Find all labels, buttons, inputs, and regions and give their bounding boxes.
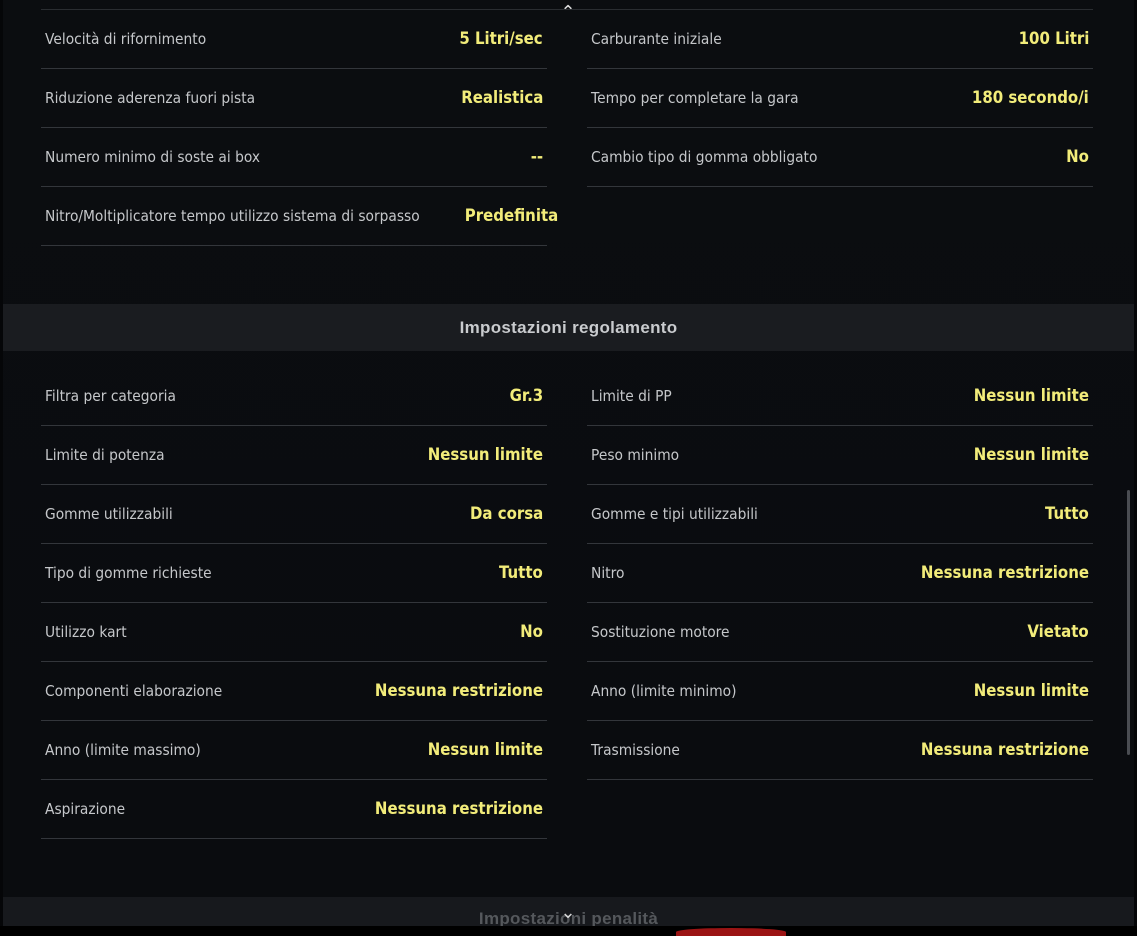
- setting-row-mandatory-tyre-change[interactable]: Cambio tipo di gomma obbligato No: [587, 128, 1093, 187]
- setting-value: No: [520, 622, 543, 642]
- setting-value: Nessun limite: [973, 386, 1089, 406]
- setting-value: Tutto: [499, 563, 543, 583]
- setting-row-nitro-multiplier[interactable]: Nitro/Moltiplicatore tempo utilizzo sist…: [41, 187, 558, 246]
- setting-value: Da corsa: [469, 504, 543, 524]
- setting-row-usable-tyres[interactable]: Gomme utilizzabili Da corsa: [41, 485, 547, 544]
- setting-row-power-limit[interactable]: Limite di potenza Nessun limite: [41, 426, 547, 485]
- setting-row-finish-time[interactable]: Tempo per completare la gara 180 secondo/…: [587, 69, 1093, 128]
- setting-value: Nessuna restrizione: [920, 563, 1089, 583]
- setting-label: Gomme utilizzabili: [45, 505, 173, 523]
- setting-label: Componenti elaborazione: [45, 682, 223, 700]
- setting-row-pp-limit[interactable]: Limite di PP Nessun limite: [587, 367, 1093, 426]
- setting-label: Tempo per completare la gara: [591, 89, 799, 107]
- setting-value: Nessuna restrizione: [920, 740, 1089, 760]
- setting-value: Nessuna restrizione: [374, 681, 543, 701]
- setting-label: Peso minimo: [591, 446, 680, 464]
- setting-label: Anno (limite massimo): [45, 741, 201, 759]
- setting-value: --: [530, 147, 543, 167]
- setting-value: Nessun limite: [427, 445, 543, 465]
- setting-value: 5 Litri/sec: [459, 29, 543, 49]
- setting-row-nitro[interactable]: Nitro Nessuna restrizione: [587, 544, 1093, 603]
- setting-row-min-pit-stops[interactable]: Numero minimo di soste ai box --: [41, 128, 547, 187]
- setting-label: Aspirazione: [45, 800, 126, 818]
- setting-row-year-min[interactable]: Anno (limite minimo) Nessun limite: [587, 662, 1093, 721]
- setting-row-aspiration[interactable]: Aspirazione Nessuna restrizione: [41, 780, 547, 839]
- scrollbar[interactable]: [1127, 490, 1130, 755]
- setting-row-required-tyre-type[interactable]: Tipo di gomme richieste Tutto: [41, 544, 547, 603]
- background-accent: [676, 928, 786, 936]
- setting-row-initial-fuel[interactable]: Carburante iniziale 100 Litri: [587, 10, 1093, 69]
- setting-label: Gomme e tipi utilizzabili: [591, 505, 758, 523]
- setting-label: Carburante iniziale: [591, 30, 722, 48]
- setting-row-kart-usage[interactable]: Utilizzo kart No: [41, 603, 547, 662]
- setting-label: Nitro: [591, 564, 625, 582]
- setting-value: Vietato: [1027, 622, 1089, 642]
- setting-value: Nessun limite: [973, 445, 1089, 465]
- setting-label: Limite di PP: [591, 387, 672, 405]
- setting-value: Nessuna restrizione: [374, 799, 543, 819]
- setting-value: 100 Litri: [1018, 29, 1089, 49]
- setting-label: Trasmissione: [591, 741, 680, 759]
- setting-row-category-filter[interactable]: Filtra per categoria Gr.3: [41, 367, 547, 426]
- setting-label: Nitro/Moltiplicatore tempo utilizzo sist…: [45, 207, 420, 225]
- setting-label: Limite di potenza: [45, 446, 165, 464]
- setting-row-year-max[interactable]: Anno (limite massimo) Nessun limite: [41, 721, 547, 780]
- setting-row-transmission[interactable]: Trasmissione Nessuna restrizione: [587, 721, 1093, 780]
- setting-value: Predefinita: [464, 206, 559, 226]
- setting-label: Utilizzo kart: [45, 623, 127, 641]
- setting-label: Numero minimo di soste ai box: [45, 148, 261, 166]
- setting-label: Filtra per categoria: [45, 387, 176, 405]
- setting-value: Nessun limite: [973, 681, 1089, 701]
- setting-row-engine-swap[interactable]: Sostituzione motore Vietato: [587, 603, 1093, 662]
- setting-label: Cambio tipo di gomma obbligato: [591, 148, 818, 166]
- top-right-column: Carburante iniziale 100 Litri Tempo per c…: [587, 10, 1093, 187]
- setting-value: 180 secondo/i: [972, 88, 1089, 108]
- settings-panel: ⌃ Velocità di rifornimento 5 Litri/sec Ri…: [3, 0, 1134, 936]
- setting-label: Tipo di gomme richieste: [45, 564, 212, 582]
- background-strip: [0, 926, 1137, 936]
- setting-value: No: [1066, 147, 1089, 167]
- setting-row-tuning-parts[interactable]: Componenti elaborazione Nessuna restrizio…: [41, 662, 547, 721]
- setting-label: Sostituzione motore: [591, 623, 730, 641]
- setting-row-tyre-types-usable[interactable]: Gomme e tipi utilizzabili Tutto: [587, 485, 1093, 544]
- setting-value: Nessun limite: [427, 740, 543, 760]
- regulation-right-column: Limite di PP Nessun limite Peso minimo Nes…: [587, 367, 1093, 780]
- setting-value: Gr.3: [509, 386, 543, 406]
- setting-row-offtrack-grip[interactable]: Riduzione aderenza fuori pista Realistica: [41, 69, 547, 128]
- setting-label: Anno (limite minimo): [591, 682, 737, 700]
- setting-row-min-weight[interactable]: Peso minimo Nessun limite: [587, 426, 1093, 485]
- setting-value: Realistica: [460, 88, 543, 108]
- setting-label: Velocità di rifornimento: [45, 30, 207, 48]
- chevron-down-icon[interactable]: ⌄: [556, 902, 580, 922]
- setting-row-refuel-speed[interactable]: Velocità di rifornimento 5 Litri/sec: [41, 10, 547, 69]
- chevron-up-icon[interactable]: ⌃: [556, 2, 580, 22]
- top-left-column: Velocità di rifornimento 5 Litri/sec Ridu…: [41, 10, 558, 246]
- section-header-regulation: Impostazioni regolamento: [3, 304, 1134, 351]
- setting-label: Riduzione aderenza fuori pista: [45, 89, 256, 107]
- setting-value: Tutto: [1045, 504, 1089, 524]
- regulation-left-column: Filtra per categoria Gr.3 Limite di poten…: [41, 367, 547, 839]
